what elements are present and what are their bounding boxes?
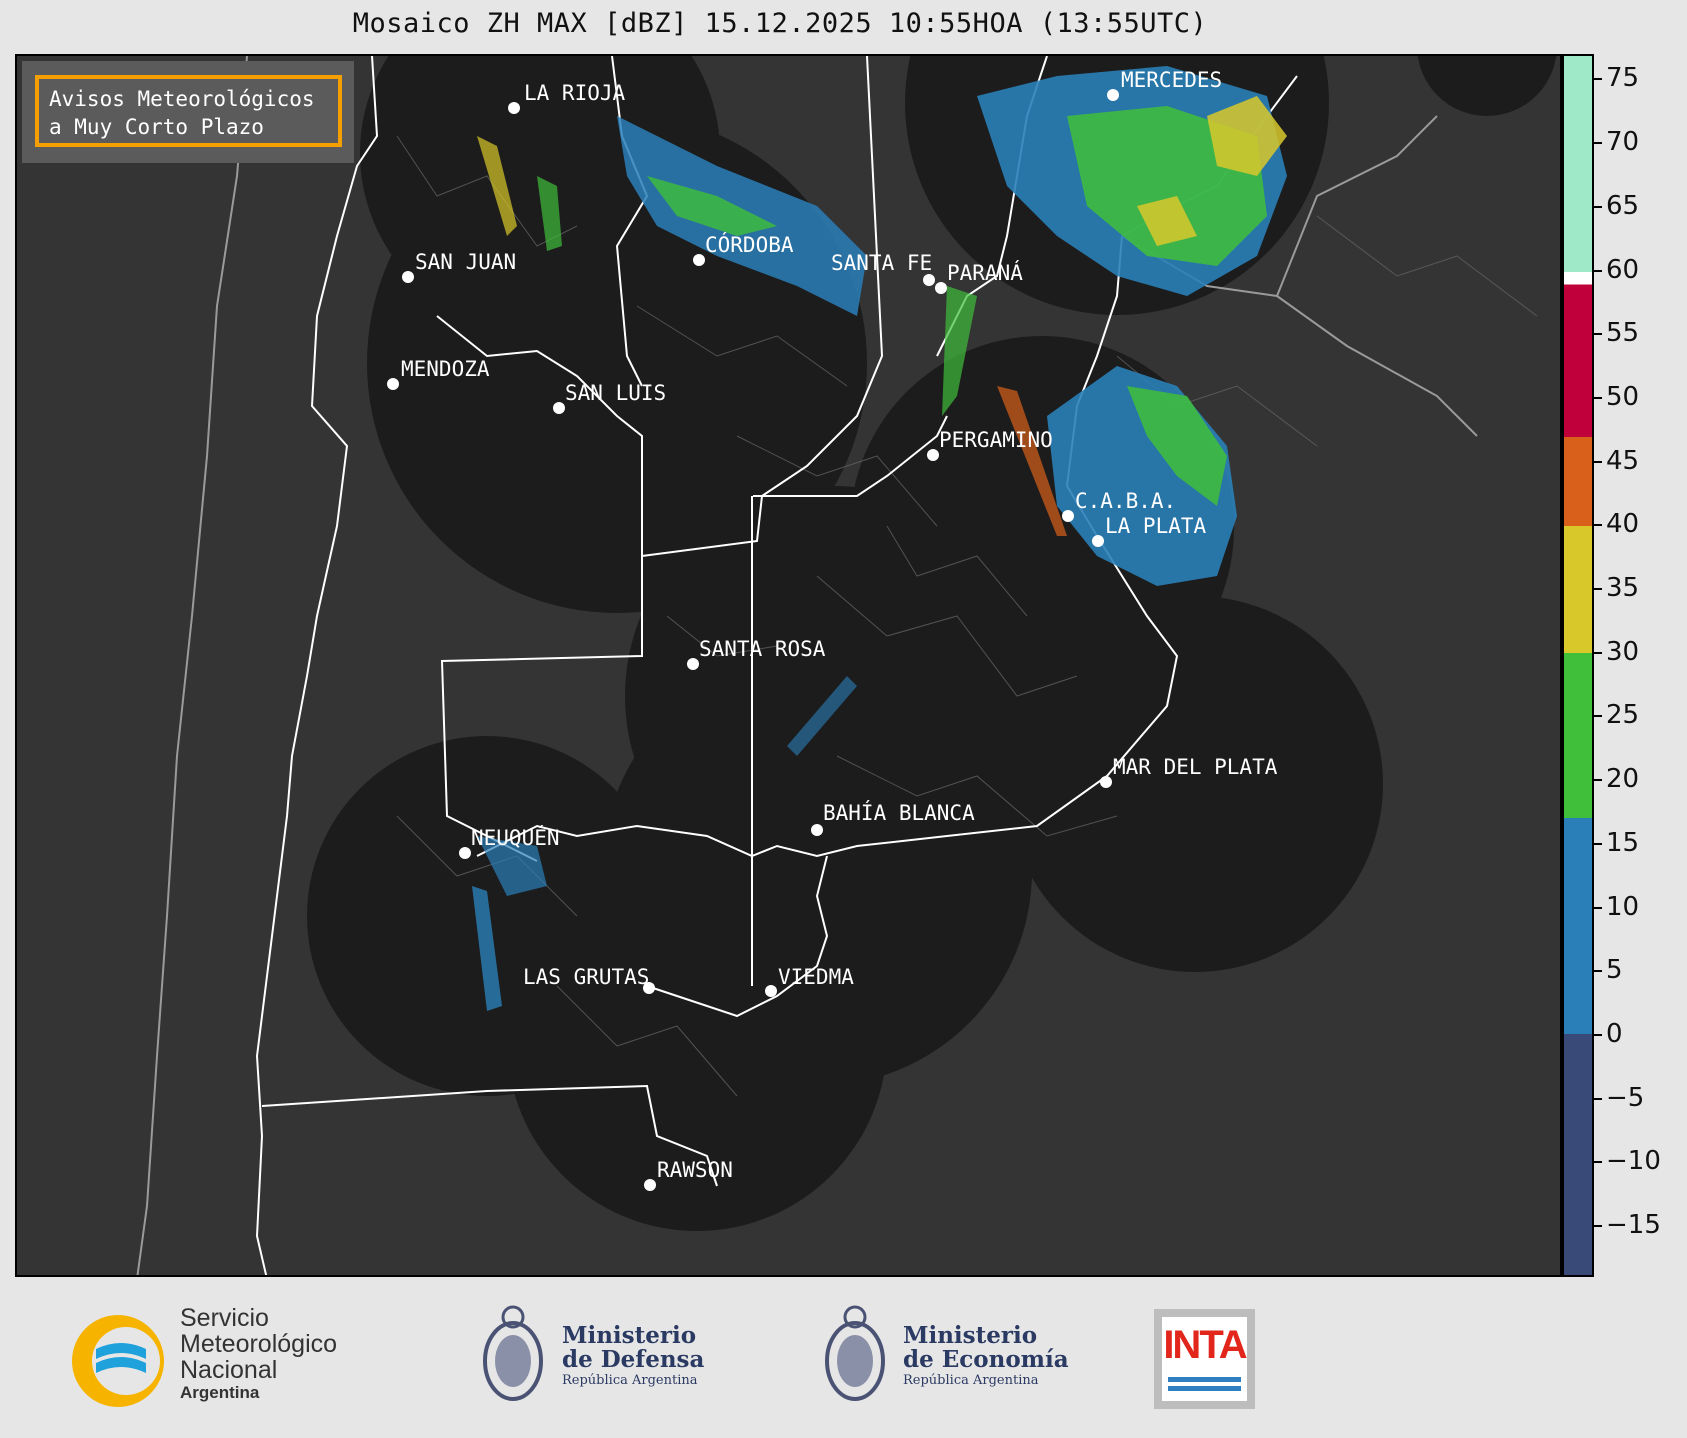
colorbar-tick-label: 45 bbox=[1606, 445, 1640, 476]
colorbar-tick bbox=[1594, 205, 1602, 208]
warnings-line1: Avisos Meteorológicos bbox=[49, 87, 315, 111]
city-label: MERCEDES bbox=[1121, 68, 1222, 92]
warnings-link[interactable]: Avisos Meteorológicos a Muy Corto Plazo bbox=[22, 61, 354, 163]
defensa-seal bbox=[478, 1295, 548, 1413]
defensa-line1: Ministerio bbox=[562, 1322, 697, 1349]
colorbar-tick-label: 20 bbox=[1606, 764, 1640, 795]
smn-line1: Servicio bbox=[180, 1304, 269, 1332]
colorbar-tick bbox=[1594, 779, 1602, 782]
economia-wordmark: Ministerio de Economía República Argenti… bbox=[903, 1324, 1069, 1390]
economia-line2: de Economía bbox=[903, 1346, 1069, 1373]
radar-coverage bbox=[307, 56, 1557, 1231]
footer-logos: Servicio Meteorológico Nacional Argentin… bbox=[0, 1277, 1687, 1438]
city-label: PERGAMINO bbox=[939, 428, 1053, 452]
colorbar-tick-label: 15 bbox=[1606, 827, 1640, 858]
national-seal-icon bbox=[825, 1305, 885, 1401]
colorbar-tick bbox=[1594, 906, 1602, 909]
colorbar-tick-label: 75 bbox=[1606, 63, 1640, 94]
defensa-line3: República Argentina bbox=[562, 1373, 698, 1388]
colorbar-tick-label: 55 bbox=[1606, 318, 1640, 349]
radar-map[interactable]: LA RIOJA SAN JUAN CÓRDOBA MENDOZA SAN LU… bbox=[15, 54, 1562, 1277]
smn-line2: Meteorológico bbox=[180, 1330, 338, 1358]
city-label: SANTA FE bbox=[831, 251, 932, 275]
city-label: MENDOZA bbox=[401, 357, 490, 381]
colorbar-tick bbox=[1594, 715, 1602, 718]
warnings-frame[interactable]: Avisos Meteorológicos a Muy Corto Plazo bbox=[35, 75, 342, 147]
colorbar-tick-label: 5 bbox=[1606, 955, 1623, 986]
colorbar-tick-label: 35 bbox=[1606, 573, 1640, 604]
city-label: SANTA ROSA bbox=[699, 637, 826, 661]
colorbar-tick bbox=[1594, 396, 1602, 399]
colorbar-tick bbox=[1594, 1033, 1602, 1036]
colorbar-tick bbox=[1594, 333, 1602, 336]
colorbar-tick-label: 10 bbox=[1606, 891, 1640, 922]
city-label: LA RIOJA bbox=[524, 81, 626, 105]
colorbar-tick bbox=[1594, 524, 1602, 527]
colorbar-tick bbox=[1594, 78, 1602, 81]
defensa-line2: de Defensa bbox=[562, 1346, 705, 1373]
economia-line1: Ministerio bbox=[903, 1322, 1038, 1349]
inta-logo: INTA bbox=[1154, 1309, 1255, 1409]
colorbar-tick bbox=[1594, 588, 1602, 591]
dbz-colorbar bbox=[1562, 54, 1594, 1277]
national-seal-icon bbox=[483, 1305, 543, 1401]
colorbar-tick bbox=[1594, 1097, 1602, 1100]
inta-wordmark: INTA bbox=[1163, 1323, 1247, 1367]
city-label: SAN JUAN bbox=[415, 250, 516, 274]
map-title: Mosaico ZH MAX [dBZ] 15.12.2025 10:55HOA… bbox=[352, 8, 1208, 39]
colorbar-tick bbox=[1594, 142, 1602, 145]
colorbar-tick bbox=[1594, 460, 1602, 463]
smn-line4: Argentina bbox=[180, 1383, 260, 1402]
city-label: PARANÁ bbox=[947, 260, 1023, 285]
colorbar-tick bbox=[1594, 1161, 1602, 1164]
warnings-line2: a Muy Corto Plazo bbox=[49, 115, 264, 139]
colorbar-tick-label: 25 bbox=[1606, 700, 1640, 731]
economia-line3: República Argentina bbox=[903, 1373, 1039, 1388]
city-label: BAHÍA BLANCA bbox=[823, 800, 975, 825]
colorbar-tick-label: 50 bbox=[1606, 381, 1640, 412]
colorbar-tick bbox=[1594, 651, 1602, 654]
smn-wordmark: Servicio Meteorológico Nacional Argentin… bbox=[180, 1305, 337, 1403]
defensa-wordmark: Ministerio de Defensa República Argentin… bbox=[562, 1324, 704, 1390]
city-label: CÓRDOBA bbox=[705, 232, 794, 257]
colorbar-tick bbox=[1594, 970, 1602, 973]
colorbar-tick bbox=[1594, 1225, 1602, 1228]
colorbar-tick bbox=[1594, 842, 1602, 845]
city-label: RAWSON bbox=[657, 1158, 733, 1182]
colorbar-tick-label: 30 bbox=[1606, 636, 1640, 667]
smn-logo bbox=[66, 1307, 176, 1417]
city-label: VIEDMA bbox=[778, 965, 854, 989]
colorbar-tick bbox=[1594, 269, 1602, 272]
economia-seal bbox=[820, 1295, 890, 1413]
city-label: MAR DEL PLATA bbox=[1113, 755, 1278, 779]
colorbar-tick-label: 60 bbox=[1606, 254, 1640, 285]
colorbar-tick-label: −10 bbox=[1606, 1146, 1661, 1177]
colorbar-tick-label: −5 bbox=[1606, 1082, 1645, 1113]
city-label: NEUQUÉN bbox=[471, 825, 560, 850]
colorbar-tick-label: 0 bbox=[1606, 1018, 1623, 1049]
city-label: LAS GRUTAS bbox=[523, 965, 649, 989]
city-label: C.A.B.A. bbox=[1075, 489, 1176, 513]
colorbar-tick-label: 70 bbox=[1606, 127, 1640, 158]
map-canvas: LA RIOJA SAN JUAN CÓRDOBA MENDOZA SAN LU… bbox=[136, 56, 1557, 1275]
city-label: LA PLATA bbox=[1105, 514, 1207, 538]
colorbar-tick-label: −15 bbox=[1606, 1210, 1661, 1241]
colorbar-tick-label: 65 bbox=[1606, 190, 1640, 221]
smn-emblem-icon bbox=[72, 1315, 164, 1407]
city-label: SAN LUIS bbox=[565, 381, 666, 405]
colorbar-tick-label: 40 bbox=[1606, 509, 1640, 540]
smn-line3: Nacional bbox=[180, 1356, 278, 1384]
